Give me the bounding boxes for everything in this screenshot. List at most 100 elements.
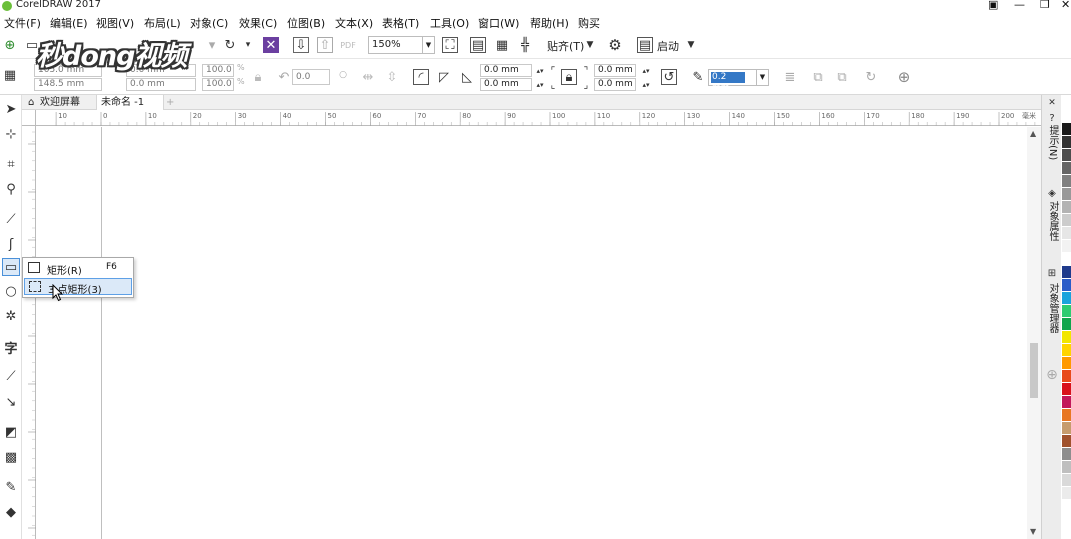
tab-welcome-screen[interactable]: 欢迎屏幕 bbox=[36, 95, 84, 110]
tab-untitled-document[interactable]: 未命名 -1 bbox=[96, 95, 164, 110]
gear-icon[interactable]: ⚙ bbox=[607, 36, 623, 54]
color-swatch[interactable] bbox=[1062, 279, 1071, 292]
color-swatch[interactable] bbox=[1062, 435, 1071, 448]
shape-tool-icon[interactable]: ⊹ bbox=[2, 125, 20, 143]
color-swatch[interactable] bbox=[1062, 318, 1071, 331]
parallel-dimension-tool-icon[interactable]: ⟋ bbox=[2, 367, 20, 385]
to-front-icon[interactable]: ⧉ bbox=[810, 69, 826, 85]
mirror-horizontal-icon[interactable]: ⇹ bbox=[360, 69, 376, 85]
color-swatch[interactable] bbox=[1062, 188, 1071, 201]
mirror-vertical-icon[interactable]: ⇳ bbox=[384, 69, 400, 85]
snap-dropdown-icon[interactable]: ▼ bbox=[582, 37, 598, 53]
text-tool-icon[interactable]: 字 bbox=[2, 338, 20, 357]
vertical-ruler[interactable] bbox=[22, 126, 36, 539]
color-swatch[interactable] bbox=[1062, 370, 1071, 383]
pick-tool-icon[interactable]: ➤ bbox=[2, 100, 20, 118]
color-swatch[interactable] bbox=[1062, 396, 1071, 409]
interactive-fill-tool-icon[interactable]: ◆ bbox=[2, 503, 20, 521]
corner-radius-tl-field[interactable]: 0.0 mm bbox=[480, 64, 532, 77]
publish-pdf-icon[interactable]: PDF bbox=[340, 37, 356, 53]
color-swatch[interactable] bbox=[1062, 357, 1071, 370]
horizontal-ruler[interactable]: 10 0 10 20 30 40 50 60 70 80 90 100 110 120 130 140 150 1… bbox=[36, 110, 1041, 126]
color-swatch[interactable] bbox=[1062, 136, 1071, 149]
polygon-tool-icon[interactable]: ✲ bbox=[2, 307, 20, 325]
menu-tools[interactable]: 工具(O) bbox=[430, 15, 469, 31]
launch-app-icon[interactable]: ▤ bbox=[637, 37, 653, 53]
transparency-tool-icon[interactable]: ▩ bbox=[2, 448, 20, 466]
y-position-field[interactable]: 148.5 mm bbox=[34, 78, 102, 91]
import-icon[interactable]: ⇩ bbox=[293, 37, 309, 53]
color-swatch[interactable] bbox=[1062, 214, 1071, 227]
add-document-tab[interactable]: + bbox=[162, 95, 178, 110]
show-guidelines-icon[interactable]: ╬ bbox=[517, 37, 533, 53]
crop-tool-icon[interactable]: ⌗ bbox=[2, 155, 20, 173]
drawing-canvas[interactable] bbox=[37, 127, 1027, 539]
wrap-text-icon[interactable]: ≣ bbox=[782, 69, 798, 85]
convert-to-curves-icon[interactable]: ↻ bbox=[863, 69, 879, 85]
scale-x-field[interactable]: 100.0 bbox=[202, 64, 234, 77]
restore-button[interactable]: ❐ bbox=[1040, 0, 1050, 11]
menu-table[interactable]: 表格(T) bbox=[382, 15, 419, 31]
rotation-field[interactable]: 0.0 bbox=[292, 69, 330, 85]
scroll-down-icon[interactable]: ▼ bbox=[1030, 527, 1036, 536]
color-swatch[interactable] bbox=[1062, 253, 1071, 266]
menu-buy[interactable]: 购买 bbox=[578, 15, 600, 31]
color-swatch[interactable] bbox=[1062, 487, 1071, 500]
docker-tab-object-manager[interactable]: 对象管理器 bbox=[1045, 283, 1060, 333]
color-swatch[interactable] bbox=[1062, 123, 1071, 136]
snap-to-menu[interactable]: 贴齐(T) bbox=[547, 38, 584, 54]
menu-effects[interactable]: 效果(C) bbox=[239, 15, 277, 31]
height-field[interactable]: 0.0 mm bbox=[126, 78, 196, 91]
ellipse-tool-icon[interactable]: ○ bbox=[2, 282, 20, 300]
color-palette[interactable] bbox=[1062, 110, 1071, 539]
flyout-item-rectangle[interactable]: 矩形(R) F6 bbox=[24, 260, 132, 277]
color-swatch[interactable] bbox=[1062, 461, 1071, 474]
color-swatch[interactable] bbox=[1062, 110, 1071, 123]
vertical-scrollbar[interactable]: ▲ ▼ bbox=[1027, 127, 1041, 539]
outline-width-select[interactable]: 0.2 mm ▼ bbox=[708, 69, 769, 93]
color-swatch[interactable] bbox=[1062, 344, 1071, 357]
redo-icon[interactable]: ↻ bbox=[222, 37, 238, 53]
chamfered-corner-icon[interactable]: ◺ bbox=[459, 69, 475, 85]
rectangle-tool-icon[interactable]: ▭ bbox=[2, 258, 20, 276]
color-swatch[interactable] bbox=[1062, 305, 1071, 318]
color-swatch[interactable] bbox=[1062, 292, 1071, 305]
corner-radius-br-field[interactable]: 0.0 mm bbox=[594, 78, 636, 91]
menu-window[interactable]: 窗口(W) bbox=[478, 15, 519, 31]
menu-bitmap[interactable]: 位图(B) bbox=[287, 15, 325, 31]
menu-help[interactable]: 帮助(H) bbox=[530, 15, 569, 31]
round-corner-icon[interactable]: ◜ bbox=[413, 69, 429, 85]
connector-tool-icon[interactable]: ↘ bbox=[2, 393, 20, 411]
corner-radius-tr-field[interactable]: 0.0 mm bbox=[594, 64, 636, 77]
docker-close-icon[interactable]: ✕ bbox=[1044, 95, 1060, 111]
scrollbar-thumb[interactable] bbox=[1030, 343, 1038, 398]
redo-dropdown-icon[interactable]: ▾ bbox=[240, 37, 256, 53]
color-swatch[interactable] bbox=[1062, 162, 1071, 175]
color-swatch[interactable] bbox=[1062, 266, 1071, 279]
show-grid-icon[interactable]: ▦ bbox=[494, 37, 510, 53]
lock-ratio-icon[interactable]: 🔒︎ bbox=[250, 69, 266, 85]
account-icon[interactable]: ▣ bbox=[988, 0, 998, 11]
color-swatch[interactable] bbox=[1062, 409, 1071, 422]
menu-view[interactable]: 视图(V) bbox=[96, 15, 134, 31]
close-button[interactable]: ✕ bbox=[1061, 0, 1070, 11]
menu-object[interactable]: 对象(C) bbox=[190, 15, 228, 31]
color-swatch[interactable] bbox=[1062, 175, 1071, 188]
menu-file[interactable]: 文件(F) bbox=[4, 15, 41, 31]
menu-edit[interactable]: 编辑(E) bbox=[50, 15, 88, 31]
color-swatch[interactable] bbox=[1062, 149, 1071, 162]
eyedropper-tool-icon[interactable]: ✎ bbox=[2, 478, 20, 496]
docker-tab-hints[interactable]: 提示(N) bbox=[1045, 125, 1060, 160]
color-swatch[interactable] bbox=[1062, 422, 1071, 435]
color-swatch[interactable] bbox=[1062, 448, 1071, 461]
scroll-up-icon[interactable]: ▲ bbox=[1030, 129, 1036, 138]
spin-br-icon[interactable]: ▴▾ bbox=[638, 77, 654, 93]
zoom-level-select[interactable]: 150% ▼ bbox=[368, 36, 435, 54]
launch-dropdown-icon[interactable]: ▼ bbox=[683, 37, 699, 53]
color-swatch[interactable] bbox=[1062, 227, 1071, 240]
minimize-button[interactable]: — bbox=[1014, 0, 1025, 11]
drop-shadow-tool-icon[interactable]: ◩ bbox=[2, 423, 20, 441]
scalloped-corner-icon[interactable]: ◸ bbox=[436, 69, 452, 85]
lock-corners-icon[interactable]: 🔒︎ bbox=[561, 69, 577, 85]
color-swatch[interactable] bbox=[1062, 201, 1071, 214]
